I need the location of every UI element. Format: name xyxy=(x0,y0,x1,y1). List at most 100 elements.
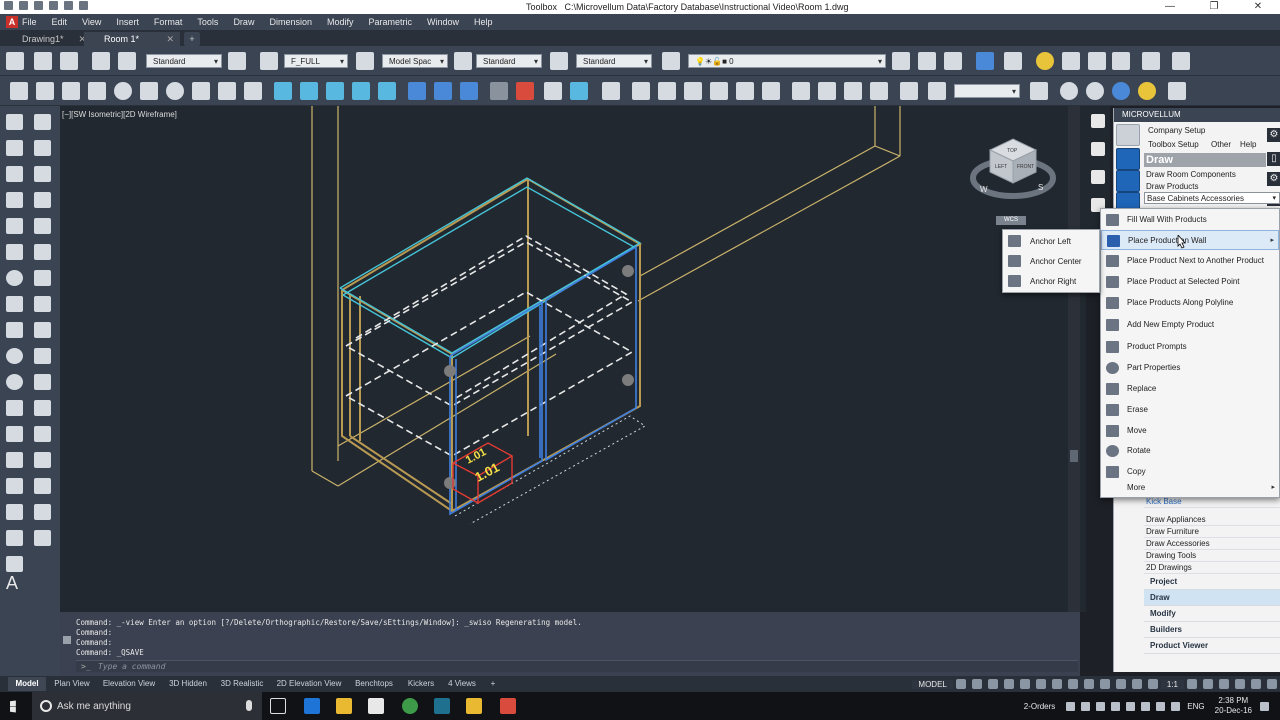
polar-icon[interactable] xyxy=(1003,679,1014,689)
draw-products-link[interactable]: Draw Products xyxy=(1146,182,1198,191)
list-item-2d-drawings[interactable]: 2D Drawings xyxy=(1144,562,1280,574)
snap-icon[interactable] xyxy=(971,679,982,689)
restore-icon[interactable]: ❐ xyxy=(1192,0,1236,14)
polygon-icon[interactable] xyxy=(6,192,23,208)
ucs-face-icon[interactable] xyxy=(710,82,728,100)
command-input[interactable]: >_ Type a command xyxy=(76,660,1078,672)
mleader-style-select[interactable]: Standard xyxy=(576,54,652,68)
teapot-icon[interactable] xyxy=(1004,52,1022,70)
text-tool-icon[interactable] xyxy=(118,52,136,70)
tray-icon[interactable] xyxy=(1081,701,1091,711)
tab-3d-realistic[interactable]: 3D Realistic xyxy=(216,677,268,691)
visual-style-icon[interactable] xyxy=(1030,82,1048,100)
task-view-icon[interactable] xyxy=(270,698,286,714)
windows-start-icon[interactable] xyxy=(10,700,16,713)
realistic-icon[interactable] xyxy=(1112,82,1130,100)
ellipse-arc-icon[interactable] xyxy=(6,374,23,390)
break-at-point-icon[interactable] xyxy=(34,426,51,442)
dim-style-select[interactable]: Model Spac xyxy=(382,54,448,68)
menu-tools[interactable]: Tools xyxy=(197,17,218,27)
lineweight-icon[interactable] xyxy=(1067,679,1078,689)
redo-icon[interactable] xyxy=(64,1,73,10)
font-select[interactable]: F_FULL xyxy=(284,54,348,68)
render-icon[interactable] xyxy=(1062,52,1080,70)
table-style-select[interactable]: Standard xyxy=(476,54,542,68)
menu-window[interactable]: Window xyxy=(427,17,459,27)
minimize-icon[interactable]: — xyxy=(1148,0,1192,14)
view-bottom-icon[interactable] xyxy=(818,82,836,100)
menu-item-place-along-polyline[interactable]: Place Products Along Polyline xyxy=(1101,293,1279,313)
volume-icon[interactable] xyxy=(1171,701,1181,711)
grid-icon[interactable] xyxy=(955,679,966,689)
line-tool-icon[interactable] xyxy=(6,52,24,70)
menu-item-anchor-left[interactable]: Anchor Left xyxy=(1003,231,1099,252)
arc-icon[interactable] xyxy=(6,244,23,260)
help-circle-icon[interactable] xyxy=(1116,124,1140,146)
menu-edit[interactable]: Edit xyxy=(52,17,68,27)
command-options-icon[interactable] xyxy=(63,636,71,644)
view-right-icon[interactable] xyxy=(870,82,888,100)
cortana-search-box[interactable]: Ask me anything xyxy=(32,692,262,720)
extrude-icon[interactable] xyxy=(10,82,28,100)
edge-browser-icon[interactable] xyxy=(304,698,320,714)
hardware-acceleration-icon[interactable] xyxy=(1235,679,1245,689)
rectangle-icon[interactable] xyxy=(6,218,23,234)
tab-4-views[interactable]: 4 Views xyxy=(444,677,480,691)
chrome-icon[interactable] xyxy=(402,698,418,714)
pan-icon[interactable] xyxy=(1091,114,1105,128)
tab-model[interactable]: Model xyxy=(8,677,46,691)
revolve-icon[interactable] xyxy=(352,82,370,100)
gradient-icon[interactable] xyxy=(6,504,23,520)
cone-icon[interactable] xyxy=(88,82,106,100)
offset-icon[interactable] xyxy=(34,192,51,208)
box-solid-icon[interactable] xyxy=(36,82,54,100)
conceptual-icon[interactable] xyxy=(1138,82,1156,100)
view-cube-graphic[interactable]: TOP LEFT FRONT W S xyxy=(970,136,1056,202)
line-icon[interactable] xyxy=(6,114,23,130)
section-builders[interactable]: Builders xyxy=(1144,622,1280,638)
tray-icon[interactable] xyxy=(1141,701,1151,711)
menu-item-add-empty-product[interactable]: Add New Empty Product xyxy=(1101,315,1279,335)
annotation-monitor-icon[interactable] xyxy=(1203,679,1213,689)
materials-icon[interactable] xyxy=(1112,52,1130,70)
transparency-icon[interactable] xyxy=(1083,679,1094,689)
close-tab-icon[interactable]: ✕ xyxy=(166,32,174,46)
object-snap-icon[interactable] xyxy=(1051,679,1062,689)
text-style-icon[interactable] xyxy=(92,52,110,70)
spiral-icon[interactable] xyxy=(1116,170,1140,192)
insert-block-icon[interactable] xyxy=(6,400,23,416)
extend-icon[interactable] xyxy=(34,374,51,390)
stretch-icon[interactable] xyxy=(34,322,51,338)
plot-icon[interactable] xyxy=(79,1,88,10)
wcs-menu[interactable]: WCS xyxy=(996,216,1026,225)
clock[interactable]: 2:38 PM 20-Dec-16 xyxy=(1215,696,1252,716)
store-icon[interactable] xyxy=(368,698,384,714)
toolbox-setup-link[interactable]: Toolbox Setup xyxy=(1148,140,1199,149)
drawing-viewport[interactable]: [−][SW Isometric][2D Wireframe] 1.01 1.0… xyxy=(60,106,1086,612)
trim-icon[interactable] xyxy=(34,348,51,364)
vertical-scrollbar[interactable] xyxy=(1068,106,1080,672)
ucs-view-icon[interactable] xyxy=(736,82,754,100)
loft-icon[interactable] xyxy=(378,82,396,100)
spline-icon[interactable] xyxy=(6,322,23,338)
table-icon[interactable] xyxy=(6,556,23,572)
autocad-taskbar-icon[interactable] xyxy=(434,698,450,714)
menu-item-rotate[interactable]: Rotate xyxy=(1101,441,1279,461)
view-left-icon[interactable] xyxy=(844,82,862,100)
new-icon[interactable] xyxy=(4,1,13,10)
view-select[interactable] xyxy=(954,84,1020,98)
close-icon[interactable]: ✕ xyxy=(1236,0,1280,14)
wireframe-icon[interactable] xyxy=(1060,82,1078,100)
layer-match-icon[interactable] xyxy=(918,52,936,70)
annotation-visibility-icon[interactable] xyxy=(1147,679,1158,689)
planar-surface-icon[interactable] xyxy=(244,82,262,100)
menu-view[interactable]: View xyxy=(82,17,101,27)
menu-format[interactable]: Format xyxy=(154,17,183,27)
pyramid-icon[interactable] xyxy=(192,82,210,100)
new-tab-button[interactable]: + xyxy=(184,32,200,46)
array-icon[interactable] xyxy=(34,218,51,234)
menu-draw[interactable]: Draw xyxy=(233,17,254,27)
revision-cloud-icon[interactable] xyxy=(6,296,23,312)
zoom-icon[interactable] xyxy=(928,82,946,100)
construction-line-icon[interactable] xyxy=(6,140,23,156)
